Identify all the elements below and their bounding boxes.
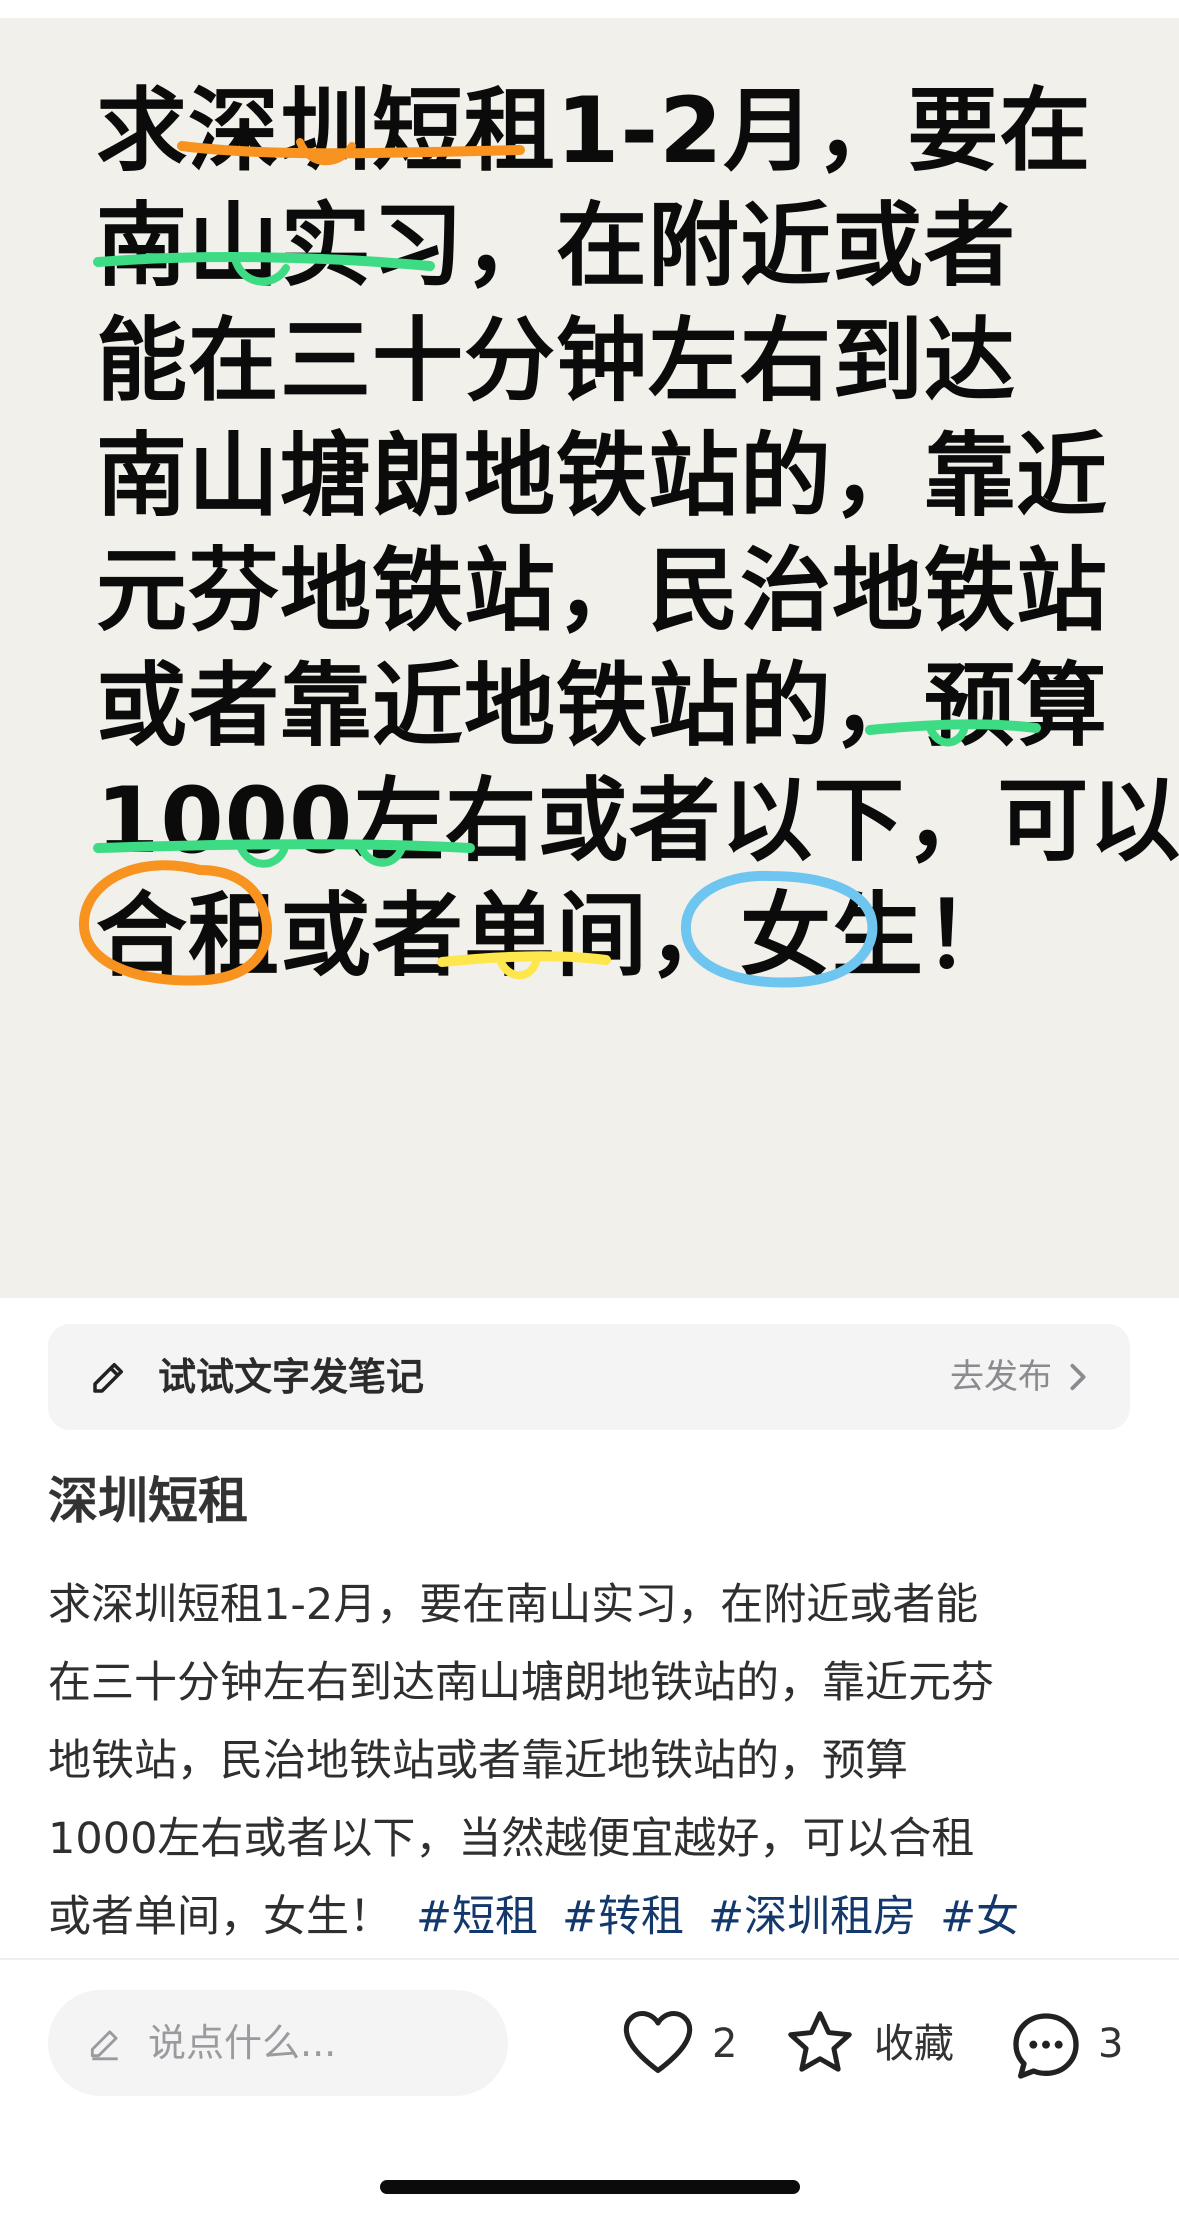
hashtag-link[interactable]: #女 (940, 1892, 1019, 1942)
star-icon (788, 2011, 852, 2072)
image-text-line: 求深圳短租1-2月，要在 (96, 79, 1092, 184)
image-text-line: 或者靠近地铁站的，预算 (96, 654, 1109, 759)
prompt-bar-label: 试试文字发笔记 (158, 1355, 425, 1399)
note-image[interactable]: 求深圳短租1-2月，要在 南山实习，在附近或者 能在三十分钟左右到达 南山塘朗地… (0, 18, 1179, 1298)
image-text-line: 南山实习，在附近或者 (96, 194, 1017, 299)
comment-input[interactable]: 说点什么... (48, 1990, 508, 2096)
note-body-line: 在三十分钟左右到达南山塘朗地铁站的，靠近元芬 (48, 1658, 994, 1708)
home-indicator (380, 2180, 800, 2194)
chevron-right-icon (1070, 1363, 1086, 1391)
note-body-line: 1000左右或者以下，当然越便宜越好，可以合租 (48, 1814, 975, 1864)
image-text-line: 合租或者单间，女生！ (96, 884, 1017, 989)
note-body: 求深圳短租1-2月，要在南山实习，在附近或者能 在三十分钟左右到达南山塘朗地铁站… (48, 1566, 1138, 1956)
bottom-bar-divider (0, 1958, 1179, 1960)
comment-placeholder: 说点什么... (148, 2021, 337, 2065)
note-body-line: 或者单间，女生！ (48, 1892, 392, 1942)
comment-count: 3 (1098, 2021, 1124, 2067)
heart-icon (623, 2010, 693, 2074)
text-note-prompt-bar[interactable]: 试试文字发笔记 去发布 (48, 1324, 1130, 1430)
pencil-icon (93, 1363, 123, 1393)
image-text-line: 元芬地铁站，民治地铁站 (96, 539, 1109, 644)
note-body-line: 求深圳短租1-2月，要在南山实习，在附近或者能 (48, 1580, 979, 1630)
collect-label: 收藏 (874, 2021, 954, 2067)
hashtag-link[interactable]: #短租 (416, 1892, 538, 1942)
like-button[interactable]: 2 (620, 1998, 740, 2088)
note-body-line: 地铁站，民治地铁站或者靠近地铁站的，预算 (48, 1736, 908, 1786)
status-bar-area (0, 0, 1179, 18)
hashtag-link[interactable]: #深圳租房 (708, 1892, 916, 1942)
image-text-line: 能在三十分钟左右到达 (96, 309, 1017, 414)
image-handwritten-text: 求深圳短租1-2月，要在 南山实习，在附近或者 能在三十分钟左右到达 南山塘朗地… (96, 74, 1179, 994)
image-text-line: 1000左右或者以下，可以 (96, 769, 1179, 874)
note-title: 深圳短租 (48, 1472, 248, 1530)
image-text-line: 南山塘朗地铁站的，靠近 (96, 424, 1109, 529)
chat-bubble-icon (1013, 2013, 1079, 2079)
go-publish-link[interactable]: 去发布 (950, 1354, 1052, 1400)
hashtag-link[interactable]: #转租 (562, 1892, 684, 1942)
comment-button[interactable]: 3 (1006, 1998, 1146, 2088)
like-count: 2 (712, 2021, 738, 2067)
pencil-icon (90, 2030, 118, 2061)
note-body-last-line: 或者单间，女生！ #短租 #转租 #深圳租房 #女 (48, 1878, 1138, 1956)
collect-button[interactable]: 收藏 (782, 1998, 972, 2088)
